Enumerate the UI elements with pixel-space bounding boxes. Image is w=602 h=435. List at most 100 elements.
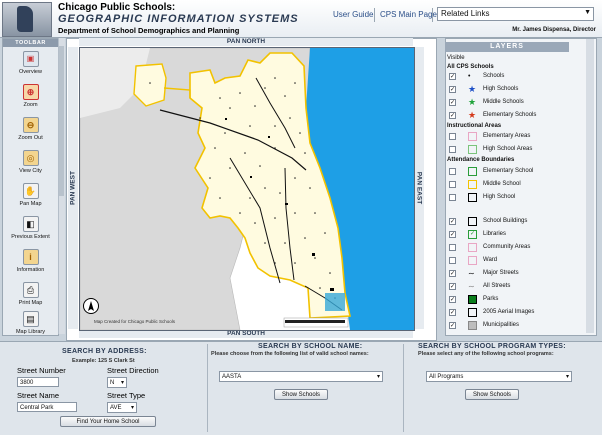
- layer-checkbox[interactable]: ✓: [449, 112, 456, 119]
- layer-ward[interactable]: Ward: [449, 255, 579, 266]
- zoom-out-icon: ⊖: [22, 117, 39, 133]
- layer-high-schools[interactable]: ✓ ★ High Schools: [449, 84, 579, 95]
- pan-east-button[interactable]: PAN EAST: [414, 47, 424, 329]
- layers-scrollbar[interactable]: [586, 39, 594, 333]
- tool-information[interactable]: i Information: [3, 249, 58, 273]
- tool-zoom-out[interactable]: ⊖ Zoom Out: [3, 117, 58, 141]
- red-star-icon: ★: [468, 110, 477, 120]
- related-links-value: Related Links: [441, 9, 490, 18]
- layer-label: 2005 Aerial Images: [483, 309, 535, 315]
- north-arrow-icon: [83, 298, 99, 314]
- tool-label: Previous Extent: [11, 234, 50, 240]
- green-box-icon: [468, 145, 477, 154]
- street-name-label: Street Name: [17, 391, 60, 400]
- layer-parks[interactable]: ✓ Parks: [449, 294, 579, 305]
- layer-checkbox[interactable]: ✓: [449, 73, 456, 80]
- street-direction-select[interactable]: N ▾: [107, 377, 127, 388]
- layer-checkbox[interactable]: [449, 168, 456, 175]
- information-icon: i: [22, 249, 39, 265]
- show-schools-by-program-button[interactable]: Show Schools: [465, 389, 519, 400]
- layer-checkbox[interactable]: ✓: [449, 309, 456, 316]
- tool-pan-map[interactable]: ✋ Pan Map: [3, 183, 58, 207]
- pan-north-button[interactable]: PAN NORTH: [79, 38, 413, 46]
- layer-elementary-areas[interactable]: Elementary Areas: [449, 131, 579, 142]
- layer-municipalities[interactable]: ✓ Municipalities: [449, 320, 579, 331]
- black-line-icon: ∼: [468, 269, 475, 278]
- layer-checkbox[interactable]: ✓: [449, 86, 456, 93]
- layer-group-heading: Attendance Boundaries: [447, 157, 515, 163]
- header-divider: [374, 8, 375, 22]
- layer-label: All Streets: [483, 283, 511, 289]
- chevron-down-icon: ▾: [565, 374, 569, 380]
- layer-checkbox[interactable]: [449, 133, 456, 140]
- black-box-icon: [468, 193, 477, 202]
- yellow-box-icon: [468, 180, 477, 189]
- layer-aerial-images[interactable]: ✓ 2005 Aerial Images: [449, 307, 579, 318]
- search-divider: [207, 344, 208, 432]
- layer-major-streets[interactable]: ✓ ∼ Major Streets: [449, 268, 579, 279]
- layer-elementary-school-boundary[interactable]: Elementary School: [449, 166, 579, 177]
- pan-south-button[interactable]: PAN SOUTH: [79, 330, 413, 338]
- layer-checkbox[interactable]: ✓: [449, 99, 456, 106]
- tool-zoom[interactable]: ⊕ Zoom: [3, 84, 58, 108]
- layer-checkbox[interactable]: [449, 257, 456, 264]
- pan-west-button[interactable]: PAN WEST: [68, 47, 78, 329]
- layer-label: Middle School: [483, 181, 521, 187]
- layer-middle-school-boundary[interactable]: Middle School: [449, 179, 579, 190]
- layer-checkbox[interactable]: [449, 181, 456, 188]
- layer-checkbox[interactable]: ✓: [449, 231, 456, 238]
- layer-elementary-schools[interactable]: ✓ ★ Elementary Schools: [449, 110, 579, 121]
- tool-previous-extent[interactable]: ◧ Previous Extent: [3, 216, 58, 240]
- school-program-select[interactable]: All Programs ▾: [426, 371, 572, 382]
- layer-libraries[interactable]: ✓ ✓ Libraries: [449, 229, 579, 240]
- street-direction-label: Street Direction: [107, 366, 159, 375]
- show-schools-by-name-button[interactable]: Show Schools: [274, 389, 328, 400]
- layer-high-school-areas[interactable]: High School Areas: [449, 144, 579, 155]
- street-type-select[interactable]: AVE ▾: [107, 402, 137, 413]
- layer-school-buildings[interactable]: ✓ School Buildings: [449, 216, 579, 227]
- cps-main-page-link[interactable]: CPS Main Page: [380, 10, 437, 19]
- layer-label: Elementary Schools: [483, 112, 537, 118]
- find-home-school-button[interactable]: Find Your Home School: [60, 416, 156, 427]
- search-name-title: SEARCH BY SCHOOL NAME:: [258, 343, 363, 350]
- user-guide-link[interactable]: User Guide: [333, 10, 373, 19]
- street-number-field[interactable]: 3800: [17, 377, 59, 387]
- ohare-area: [133, 63, 167, 107]
- street-name-field[interactable]: Central Park: [17, 402, 77, 412]
- pan-west-label: PAN WEST: [69, 171, 77, 205]
- layer-group-heading: Instructional Areas: [447, 123, 502, 129]
- green-box-icon: [468, 167, 477, 176]
- gray-box-icon: [468, 321, 477, 330]
- tool-print-map[interactable]: ⎙ Print Map: [3, 282, 58, 306]
- school-name-select[interactable]: AASTA ▾: [219, 371, 383, 382]
- tool-map-library[interactable]: ▤ Map Library: [3, 311, 58, 335]
- map-library-icon: ▤: [22, 311, 39, 327]
- layer-checkbox[interactable]: ✓: [449, 218, 456, 225]
- toolbar-scrollbar-thumb[interactable]: [59, 46, 64, 196]
- layer-checkbox[interactable]: ✓: [449, 270, 456, 277]
- gray-line-icon: ∼: [468, 282, 475, 291]
- search-address-example: Example: 125 S Clark St: [72, 358, 135, 364]
- chevron-down-icon: ▾: [130, 405, 134, 411]
- layer-high-school-boundary[interactable]: High School: [449, 192, 579, 203]
- tool-overview[interactable]: ▣ Overview: [3, 51, 58, 75]
- toolbar: TOOLBAR ▣ Overview ⊕ Zoom ⊖ Zoom Out ◎ View …: [2, 38, 59, 336]
- layer-checkbox[interactable]: [449, 194, 456, 201]
- tool-label: Information: [16, 267, 45, 273]
- related-links-select[interactable]: Related Links ▼: [437, 7, 594, 21]
- layers-visible-label: Visible: [447, 55, 465, 61]
- layer-checkbox[interactable]: ✓: [449, 322, 456, 329]
- green-star-icon: ★: [468, 97, 477, 107]
- map-canvas[interactable]: [79, 47, 415, 331]
- layer-checkbox[interactable]: ✓: [449, 296, 456, 303]
- layer-checkbox[interactable]: ✓: [449, 283, 456, 290]
- layer-schools[interactable]: ✓ • Schools: [449, 71, 579, 82]
- layer-community-areas[interactable]: Community Areas: [449, 242, 579, 253]
- layer-checkbox[interactable]: [449, 244, 456, 251]
- layer-all-streets[interactable]: ✓ ∼ All Streets: [449, 281, 579, 292]
- layer-middle-schools[interactable]: ✓ ★ Middle Schools: [449, 97, 579, 108]
- tool-view-city[interactable]: ◎ View City: [3, 150, 58, 174]
- pan-east-label: PAN EAST: [415, 171, 423, 205]
- layer-checkbox[interactable]: [449, 146, 456, 153]
- layer-label: Parks: [483, 296, 499, 302]
